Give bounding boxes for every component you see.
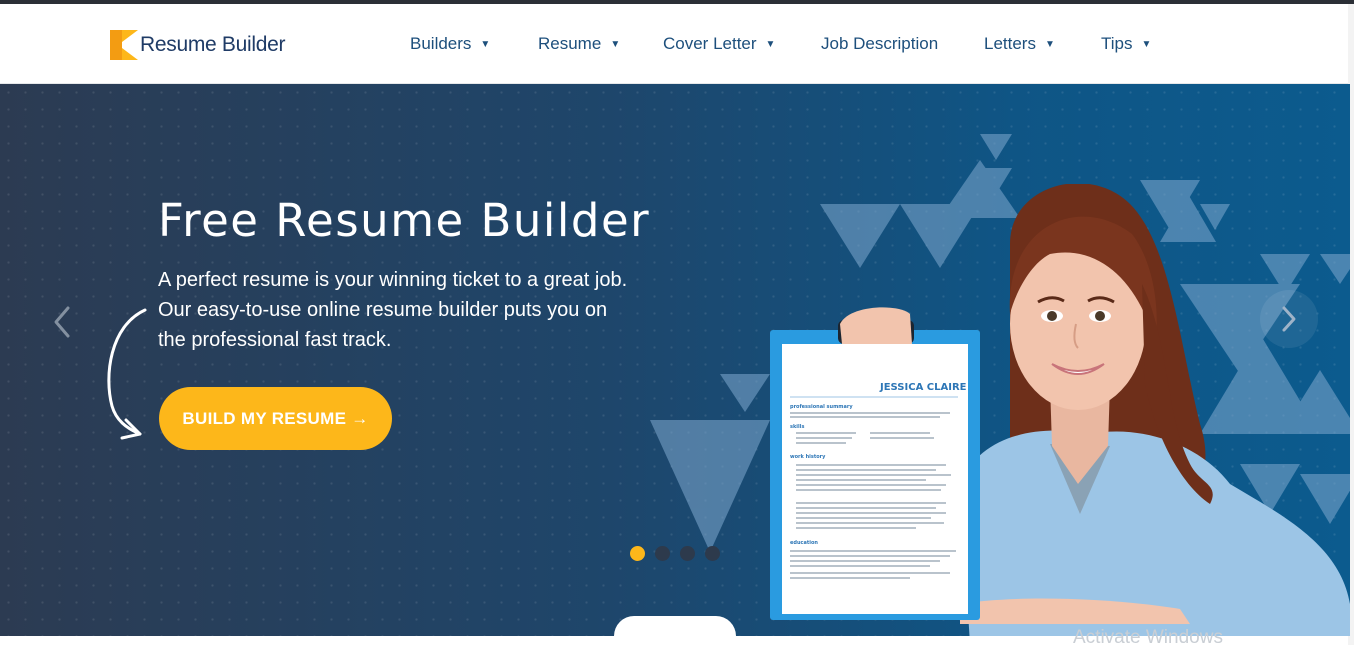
carousel-prev-icon[interactable] — [48, 302, 74, 342]
nav-builders-label: Builders — [410, 34, 472, 53]
resume-heading: education — [790, 540, 818, 546]
site-header: Resume Builder Builders ▼ Resume ▼ Cover… — [0, 4, 1354, 84]
nav-resume-label: Resume — [538, 34, 602, 53]
caret-down-icon: ▼ — [765, 38, 776, 50]
carousel-dot-2[interactable] — [655, 546, 670, 561]
resume-heading: professional summary — [790, 404, 853, 410]
hero-carousel: Free Resume Builder A perfect resume is … — [0, 84, 1350, 636]
hero-illustration: JESSICA CLAIRE professional summary skil… — [770, 184, 1350, 636]
nav-job-description-label: Job Description — [821, 34, 939, 53]
resume-builder-logo-icon — [110, 30, 138, 60]
build-my-resume-button[interactable]: BUILD MY RESUME → — [159, 387, 392, 450]
nav-tips[interactable]: Tips ▼ — [1101, 34, 1151, 54]
hero-subtitle-line: A perfect resume is your winning ticket … — [158, 269, 628, 291]
hero-title: Free Resume Builder — [158, 194, 651, 247]
carousel-indicator-tab — [614, 616, 736, 636]
resume-heading: work history — [790, 454, 826, 460]
nav-letters[interactable]: Letters ▼ — [984, 34, 1055, 54]
nav-tips-label: Tips — [1101, 34, 1133, 53]
nav-cover-letter[interactable]: Cover Letter ▼ — [663, 34, 775, 54]
nav-resume[interactable]: Resume ▼ — [538, 34, 620, 54]
resume-heading: skills — [790, 424, 804, 430]
caret-down-icon: ▼ — [1044, 38, 1055, 50]
carousel-dot-4[interactable] — [705, 546, 720, 561]
carousel-dot-3[interactable] — [680, 546, 695, 561]
carousel-dot-1[interactable] — [630, 546, 645, 561]
caret-down-icon: ▼ — [480, 38, 491, 50]
curved-arrow-icon — [107, 308, 147, 440]
hero-subtitle-line: Our easy-to-use online resume builder pu… — [158, 299, 608, 321]
caret-down-icon: ▼ — [610, 38, 621, 50]
activate-windows-watermark: Activate Windows — [1073, 627, 1223, 645]
nav-letters-label: Letters — [984, 34, 1036, 53]
nav-job-description[interactable]: Job Description — [821, 34, 938, 54]
site-logo[interactable]: Resume Builder — [110, 29, 286, 61]
resume-name: JESSICA CLAIRE — [879, 382, 967, 393]
nav-builders[interactable]: Builders ▼ — [410, 34, 490, 54]
hero-subtitle: A perfect resume is your winning ticket … — [158, 265, 678, 355]
brand-name: Resume Builder — [140, 33, 286, 56]
hero-subtitle-line: the professional fast track. — [158, 329, 392, 351]
nav-cover-letter-label: Cover Letter — [663, 34, 757, 53]
caret-down-icon: ▼ — [1141, 38, 1152, 50]
